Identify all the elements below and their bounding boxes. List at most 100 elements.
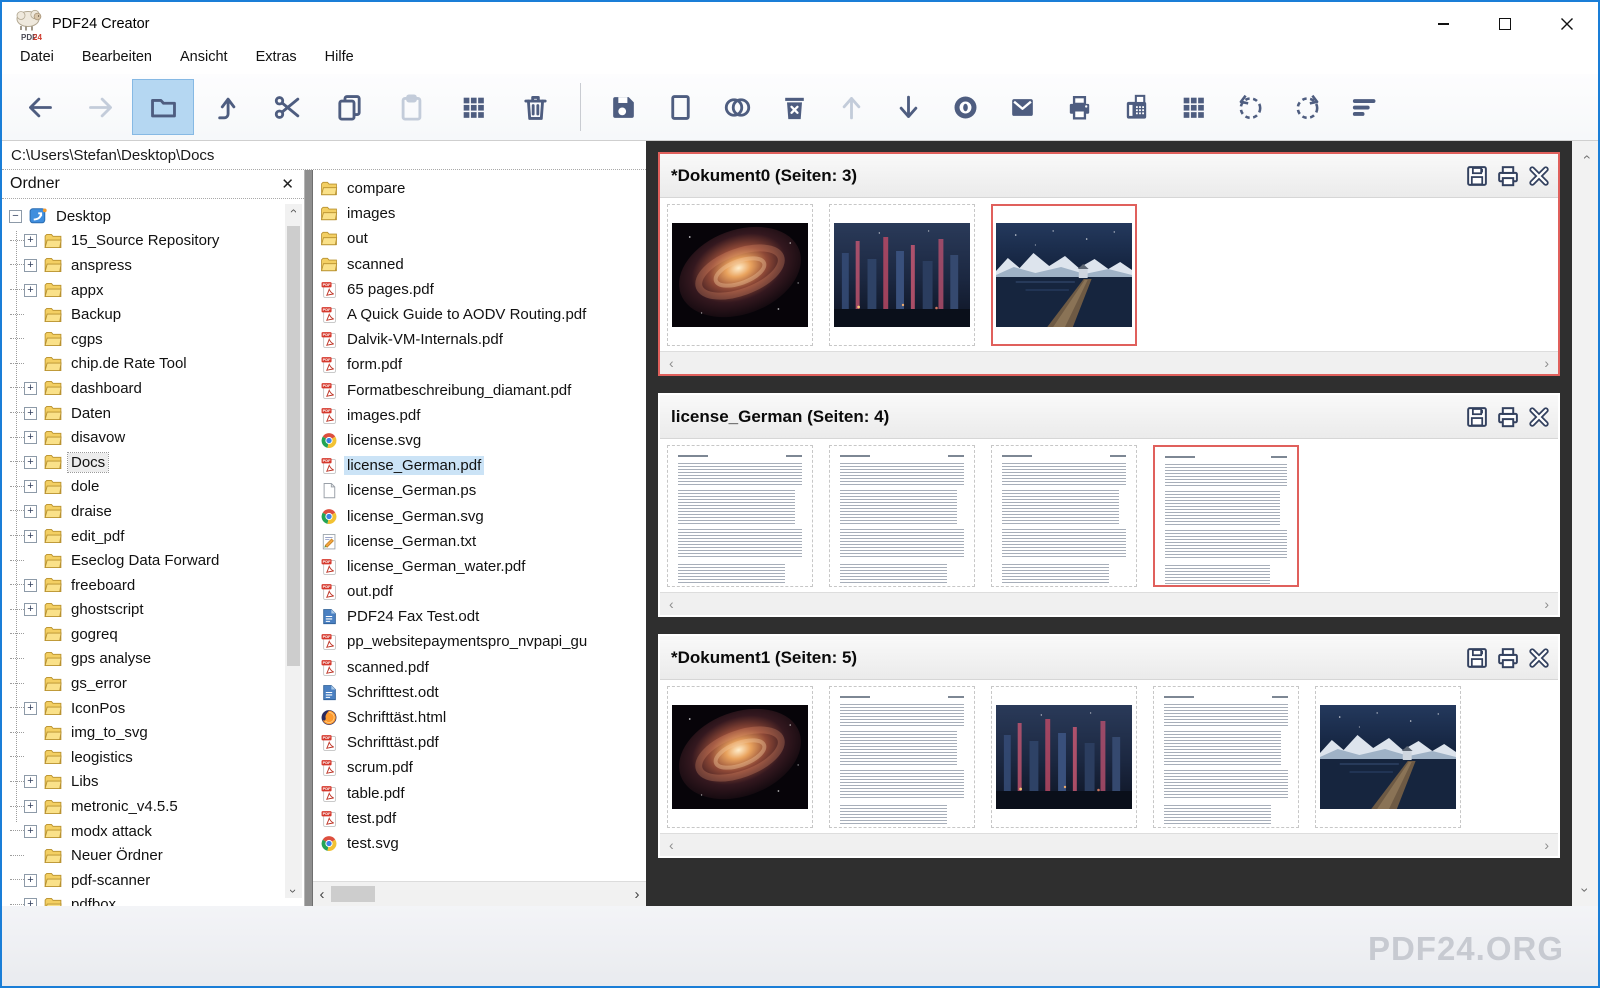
save-document-button[interactable] [1463,404,1489,430]
tree-item-disavow[interactable]: +disavow [2,425,304,450]
file-item-scanned[interactable]: scanned [320,252,646,277]
file-item-license-german-svg[interactable]: license_German.svg [320,503,646,528]
scroll-left-arrow-icon[interactable]: ‹ [669,596,674,612]
file-item-a-quick-guide-to-aodv-routing-pdf[interactable]: PDFA Quick Guide to AODV Routing.pdf [320,302,646,327]
page-thumbnail-2-city[interactable] [829,204,975,346]
expand-icon[interactable]: + [24,456,37,469]
file-item-scanned-pdf[interactable]: PDFscanned.pdf [320,655,646,680]
expand-icon[interactable]: + [24,874,37,887]
document-group-0[interactable]: *Dokument0 (Seiten: 3)‹› [658,152,1560,376]
menu-bearbeiten[interactable]: Bearbeiten [68,46,166,68]
page-thumbnail-1-galaxy[interactable] [667,686,813,828]
tree-item-pdfbox[interactable]: +pdfbox [2,893,304,906]
move-down-button[interactable] [880,79,937,135]
scroll-down-arrow-icon[interactable]: › [287,889,301,893]
page-thumbnail-3-city[interactable] [991,686,1137,828]
pane-divider[interactable] [304,170,313,906]
menu-ansicht[interactable]: Ansicht [166,46,242,68]
page-thumbnail-3-lake[interactable] [991,204,1137,346]
workspace-vertical-scrollbar[interactable]: › › [1572,141,1598,906]
document-group-1[interactable]: license_German (Seiten: 4)‹› [658,393,1560,617]
file-item-table-pdf[interactable]: PDFtable.pdf [320,781,646,806]
tree-item-docs[interactable]: +Docs [2,450,304,475]
close-document-button[interactable] [1525,404,1551,430]
scroll-left-arrow-icon[interactable]: ‹ [669,355,674,371]
file-item-out-pdf[interactable]: PDFout.pdf [320,579,646,604]
expand-icon[interactable]: + [24,505,37,518]
expand-icon[interactable]: + [24,382,37,395]
file-item-pp-websitepaymentspro-nvpapi-gu[interactable]: PDFpp_websitepaymentspro_nvpapi_gu [320,629,646,654]
paste-button[interactable] [380,79,442,135]
delete-button[interactable] [504,79,566,135]
page-grid-button[interactable] [442,79,504,135]
file-item-pdf24-fax-test-odt[interactable]: PDF24 Fax Test.odt [320,604,646,629]
tree-item-gogreq[interactable]: gogreq [2,622,304,647]
expand-icon[interactable]: + [24,579,37,592]
tree-item-libs[interactable]: +Libs [2,770,304,795]
document-header[interactable]: *Dokument1 (Seiten: 5) [660,636,1558,680]
page-thumbnail-4-text[interactable] [1153,686,1299,828]
tree-item-daten[interactable]: +Daten [2,401,304,426]
tree-item-pdf-scanner[interactable]: +pdf-scanner [2,868,304,893]
print-button[interactable] [1051,79,1108,135]
close-tree-button[interactable]: ✕ [281,175,294,193]
expand-icon[interactable]: + [24,480,37,493]
tree-item-backup[interactable]: Backup [2,302,304,327]
expand-icon[interactable]: + [24,775,37,788]
tree-item-chip-de-rate-tool[interactable]: chip.de Rate Tool [2,352,304,377]
close-document-button[interactable] [1525,163,1551,189]
rotate-right-button[interactable] [1279,79,1336,135]
file-item-65-pages-pdf[interactable]: PDF65 pages.pdf [320,277,646,302]
document-horizontal-scrollbar[interactable]: ‹› [660,833,1558,856]
expand-icon[interactable]: + [24,259,37,272]
file-item-schriftt-st-pdf[interactable]: PDFSchrifttäst.pdf [320,730,646,755]
tree-item-neuer-rdner[interactable]: Neuer Ördner [2,843,304,868]
import-file-button[interactable] [194,79,256,135]
print-document-button[interactable] [1494,163,1520,189]
tree-item-cgps[interactable]: cgps [2,327,304,352]
scroll-right-arrow-icon[interactable]: › [1544,596,1549,612]
blank-page-button[interactable] [652,79,709,135]
file-list-horizontal-scrollbar[interactable]: ‹ › [313,881,646,906]
page-thumbnail-1-text[interactable] [667,445,813,587]
file-item-license-svg[interactable]: license.svg [320,428,646,453]
tree-item-leogistics[interactable]: leogistics [2,745,304,770]
scroll-right-arrow-icon[interactable]: › [1544,837,1549,853]
expand-icon[interactable]: + [24,702,37,715]
tree-item-anspress[interactable]: +anspress [2,253,304,278]
scroll-up-arrow-icon[interactable]: › [287,209,301,213]
maximize-button[interactable] [1474,2,1536,46]
open-folder-button[interactable] [132,79,194,135]
file-item-dalvik-vm-internals-pdf[interactable]: PDFDalvik-VM-Internals.pdf [320,327,646,352]
collapse-icon[interactable]: − [9,210,22,223]
expand-icon[interactable]: + [24,431,37,444]
tree-item-desktop[interactable]: −Desktop [2,204,304,229]
print-document-button[interactable] [1494,645,1520,671]
menu-datei[interactable]: Datei [6,46,68,68]
expand-icon[interactable]: + [24,898,37,906]
tree-item-modx-attack[interactable]: +modx attack [2,819,304,844]
save-button[interactable] [595,79,652,135]
file-item-images-pdf[interactable]: PDFimages.pdf [320,403,646,428]
menu-extras[interactable]: Extras [242,46,311,68]
expand-icon[interactable]: + [24,800,37,813]
page-thumbnail-1-galaxy[interactable] [667,204,813,346]
scroll-left-arrow-icon[interactable]: ‹ [669,837,674,853]
scroll-right-arrow-icon[interactable]: › [628,886,646,903]
file-item-scrum-pdf[interactable]: PDFscrum.pdf [320,755,646,780]
delete-document-button[interactable] [766,79,823,135]
tree-item-edit-pdf[interactable]: +edit_pdf [2,524,304,549]
page-thumbnail-2-text[interactable] [829,445,975,587]
file-item-schriftt-st-html[interactable]: Schrifttäst.html [320,705,646,730]
tree-item-dole[interactable]: +dole [2,475,304,500]
back-button[interactable] [8,79,70,135]
expand-icon[interactable]: + [24,603,37,616]
close-button[interactable] [1536,2,1598,46]
document-horizontal-scrollbar[interactable]: ‹› [660,351,1558,374]
file-item-compare[interactable]: compare [320,176,646,201]
file-item-images[interactable]: images [320,201,646,226]
tree-item-iconpos[interactable]: +IconPos [2,696,304,721]
file-item-license-german-pdf[interactable]: PDFlicense_German.pdf [320,453,646,478]
expand-icon[interactable]: + [24,825,37,838]
copy-button[interactable] [318,79,380,135]
